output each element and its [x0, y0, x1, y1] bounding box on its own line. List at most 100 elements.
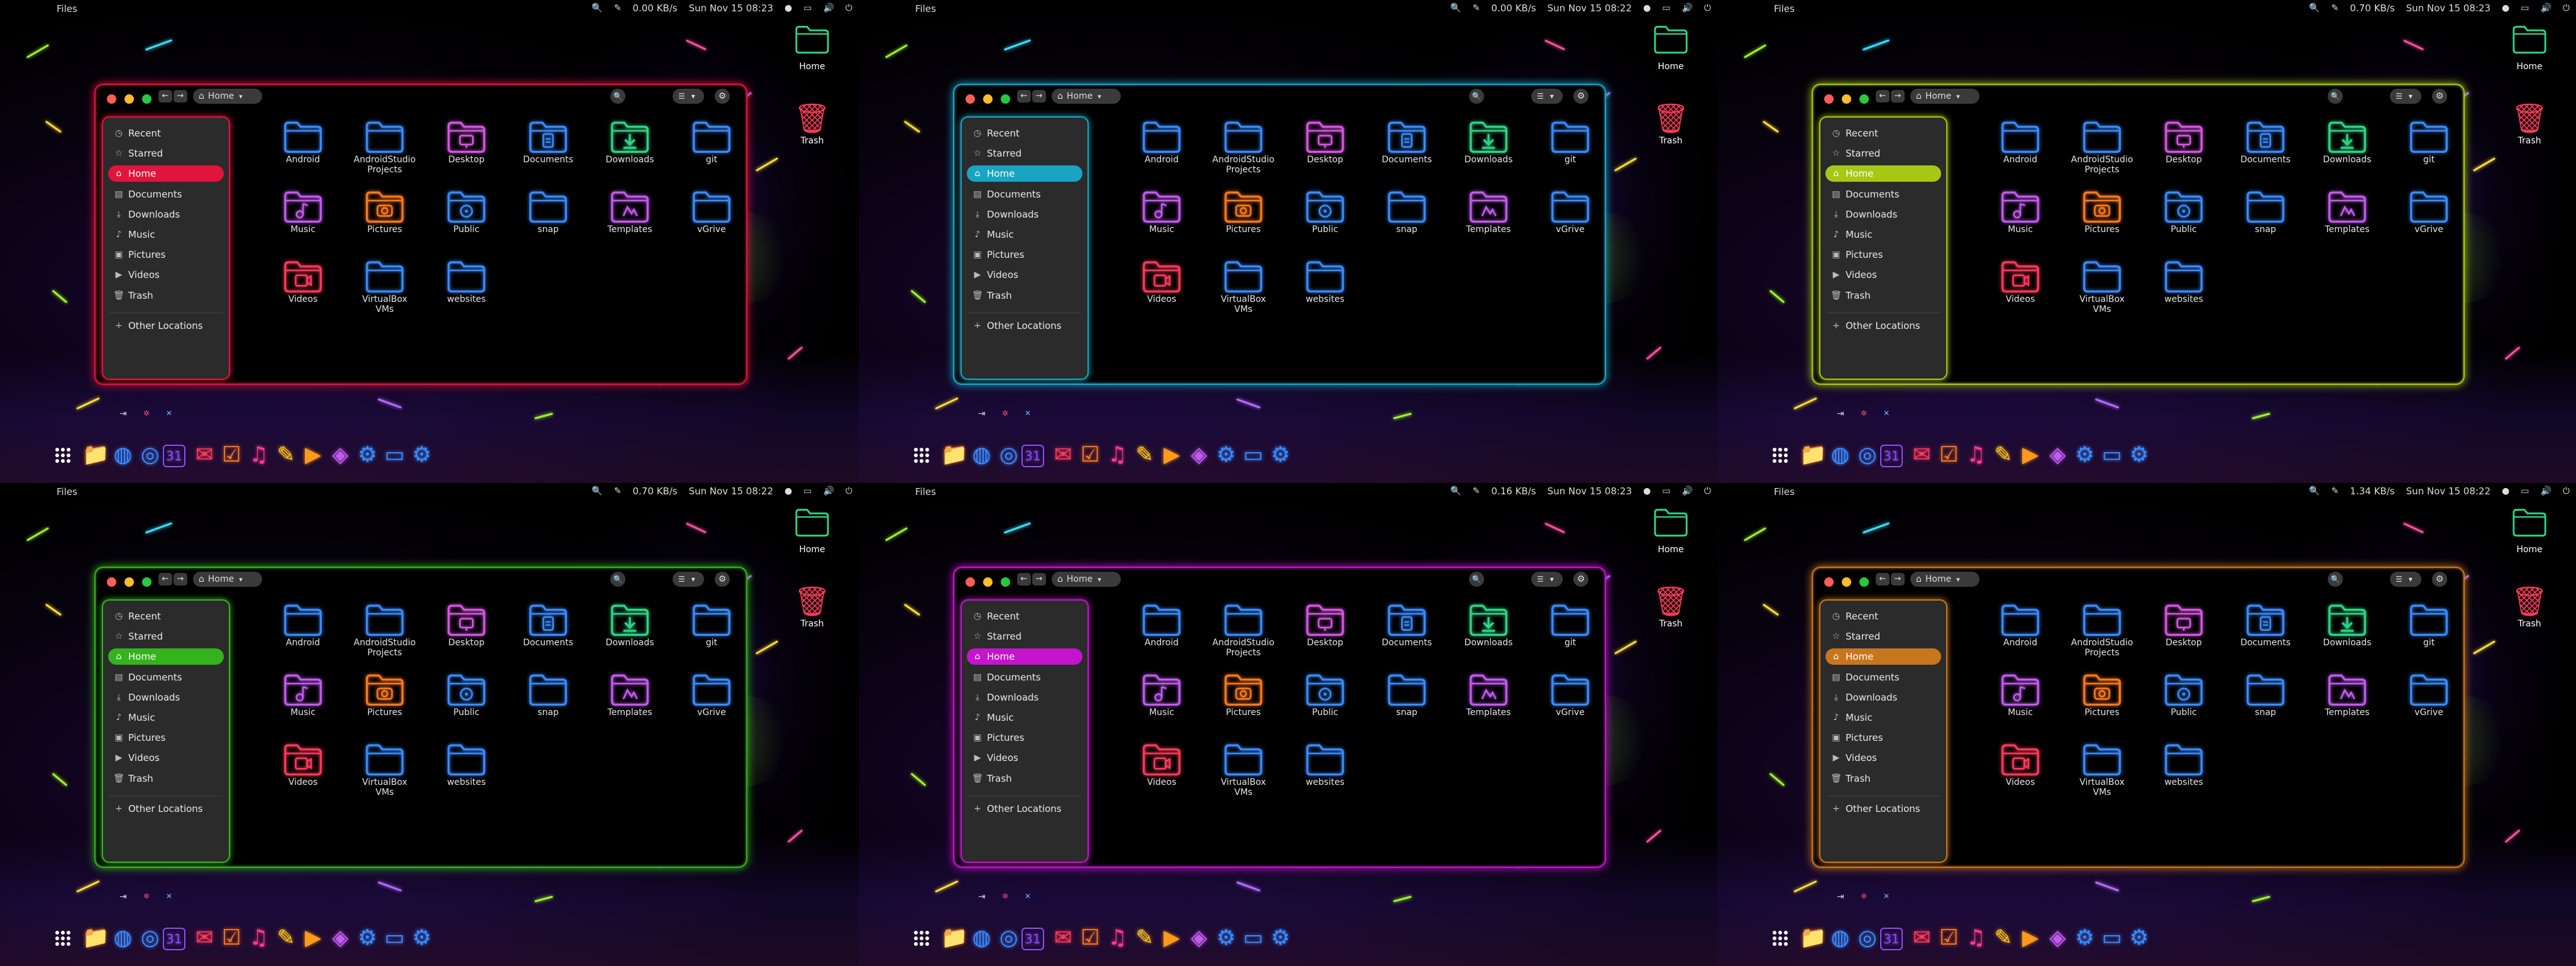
store-icon[interactable]: ◈ — [1184, 923, 1213, 952]
sidebar-item-downloads[interactable]: ⤓ Downloads — [1825, 206, 1941, 223]
sidebar-item-music[interactable]: ♪ Music — [1825, 226, 1941, 243]
folder-item[interactable]: Pictures — [2061, 672, 2143, 718]
folder-item[interactable]: VirtualBox VMs — [344, 742, 426, 797]
folder-item[interactable]: Music — [262, 672, 344, 718]
calendar-icon[interactable]: 31 — [162, 928, 185, 950]
path-bar-home[interactable]: ⌂ Home ▾ — [1052, 89, 1121, 104]
sidebar-item-recent[interactable]: ◷ Recent — [1825, 608, 1941, 625]
folder-item[interactable]: Desktop — [1284, 602, 1366, 648]
tweaks-icon[interactable]: ⚙ — [2125, 440, 2154, 469]
maximize-window-button[interactable] — [1859, 577, 1869, 587]
desktop-home-icon[interactable]: Home — [787, 24, 837, 72]
files-icon[interactable]: 📁 — [81, 440, 110, 469]
folder-item[interactable]: Templates — [589, 672, 671, 718]
calendar-icon[interactable]: 31 — [162, 445, 185, 467]
video-icon[interactable]: ▶ — [299, 440, 328, 469]
tweaks-icon[interactable]: ⚙ — [1266, 923, 1295, 952]
maximize-window-button[interactable] — [1001, 94, 1010, 104]
music-icon[interactable]: ♫ — [1103, 440, 1132, 469]
screen-icon[interactable]: ▭ — [1662, 3, 1670, 13]
music-icon[interactable]: ♫ — [1962, 923, 1991, 952]
chrome-icon[interactable]: ◎ — [136, 923, 165, 952]
folder-item[interactable]: websites — [2143, 742, 2225, 787]
path-bar-home[interactable]: ⌂ Home ▾ — [1910, 89, 1979, 104]
folder-item[interactable]: Music — [1121, 672, 1203, 718]
mail-icon[interactable]: ✉ — [1907, 440, 1936, 469]
desktop-trash-icon[interactable]: 🗑 Trash — [2504, 584, 2555, 629]
notes-icon[interactable]: ✎ — [1989, 440, 2018, 469]
folder-item[interactable]: VirtualBox VMs — [1203, 742, 1284, 797]
desktop-trash-icon[interactable]: 🗑 Trash — [1646, 101, 1696, 146]
sidebar-item-recent[interactable]: ◷ Recent — [967, 125, 1082, 142]
browser-icon[interactable]: ◍ — [108, 440, 137, 469]
calendar-icon[interactable]: 31 — [1880, 928, 1903, 950]
forward-button[interactable]: → — [1032, 90, 1046, 103]
video-icon[interactable]: ▶ — [2016, 440, 2045, 469]
folder-item[interactable]: Public — [426, 189, 507, 235]
folder-item[interactable]: websites — [2143, 259, 2225, 304]
chrome-icon[interactable]: ◎ — [1853, 923, 1882, 952]
todo-icon[interactable]: ☑ — [1934, 923, 1963, 952]
clock-label[interactable]: Sun Nov 15 08:23 — [2406, 3, 2491, 14]
folder-item[interactable]: snap — [507, 672, 589, 718]
search-button[interactable]: 🔍 — [1469, 572, 1484, 587]
folder-item[interactable]: AndroidStudioProjects — [1203, 119, 1284, 175]
folder-item[interactable]: vGrive — [2388, 189, 2470, 235]
app-menu-label[interactable]: Files — [1774, 3, 1795, 14]
browser-icon[interactable]: ◍ — [1825, 440, 1854, 469]
desktop-trash-icon[interactable]: 🗑 Trash — [1646, 584, 1696, 629]
maximize-window-button[interactable] — [1859, 94, 1869, 104]
menu-gear-button[interactable]: ⚙ — [715, 89, 730, 104]
sidebar-item-videos[interactable]: ▶ Videos — [967, 750, 1082, 766]
folder-item[interactable]: AndroidStudioProjects — [344, 602, 426, 658]
power-icon[interactable]: ⏻ — [2563, 486, 2570, 496]
sidebar-item-other-locations[interactable]: + Other Locations — [108, 318, 224, 334]
sidebar-item-home[interactable]: ⌂ Home — [1825, 648, 1941, 665]
folder-item[interactable]: Desktop — [1284, 119, 1366, 165]
clock-label[interactable]: Sun Nov 15 08:22 — [1548, 3, 1632, 14]
screen-icon[interactable]: ▭ — [2521, 486, 2529, 496]
folder-item[interactable]: Videos — [262, 259, 344, 304]
sidebar-item-home[interactable]: ⌂ Home — [967, 648, 1082, 665]
folder-item[interactable]: Videos — [1979, 259, 2061, 304]
screen-icon[interactable]: ▭ — [1662, 486, 1670, 496]
app-grid-icon[interactable] — [55, 931, 70, 946]
tweaks-icon[interactable]: ⚙ — [2125, 923, 2154, 952]
notes-icon[interactable]: ✎ — [1130, 923, 1159, 952]
notes-icon[interactable]: ✎ — [1989, 923, 2018, 952]
terminal-icon[interactable]: ▭ — [1239, 440, 1268, 469]
sidebar-item-home[interactable]: ⌂ Home — [967, 165, 1082, 182]
pen-icon[interactable]: ✎ — [2331, 3, 2339, 13]
maximize-window-button[interactable] — [142, 577, 151, 587]
tweaks-icon[interactable]: ⚙ — [1266, 440, 1295, 469]
folder-item[interactable]: Documents — [507, 119, 589, 165]
settings-icon[interactable]: ⚙ — [353, 923, 382, 952]
settings-icon[interactable]: ⚙ — [353, 440, 382, 469]
folder-item[interactable]: Android — [262, 602, 344, 648]
settings-icon[interactable]: ⚙ — [2071, 923, 2100, 952]
folder-item[interactable]: Videos — [1121, 742, 1203, 787]
store-icon[interactable]: ◈ — [2043, 440, 2072, 469]
folder-item[interactable]: snap — [2225, 672, 2306, 718]
folder-item[interactable]: git — [1529, 119, 1611, 165]
folder-item[interactable]: AndroidStudioProjects — [344, 119, 426, 175]
close-window-button[interactable] — [107, 577, 116, 587]
folder-item[interactable]: Music — [1979, 189, 2061, 235]
search-button[interactable]: 🔍 — [610, 89, 625, 104]
folder-item[interactable]: vGrive — [2388, 672, 2470, 718]
close-window-button[interactable] — [966, 577, 975, 587]
folder-item[interactable]: Android — [1979, 119, 2061, 165]
search-button[interactable]: 🔍 — [2328, 89, 2343, 104]
folder-item[interactable]: AndroidStudioProjects — [2061, 119, 2143, 175]
sidebar-item-videos[interactable]: ▶ Videos — [1825, 267, 1941, 283]
store-icon[interactable]: ◈ — [326, 923, 355, 952]
folder-item[interactable]: Templates — [1448, 672, 1529, 718]
terminal-icon[interactable]: ▭ — [380, 440, 409, 469]
forward-button[interactable]: → — [173, 573, 187, 586]
folder-item[interactable]: Pictures — [2061, 189, 2143, 235]
folder-item[interactable]: Downloads — [2306, 119, 2388, 165]
folder-item[interactable]: Downloads — [589, 602, 671, 648]
chrome-icon[interactable]: ◎ — [994, 440, 1023, 469]
folder-item[interactable]: Downloads — [2306, 602, 2388, 648]
clock-label[interactable]: Sun Nov 15 08:23 — [689, 3, 773, 14]
